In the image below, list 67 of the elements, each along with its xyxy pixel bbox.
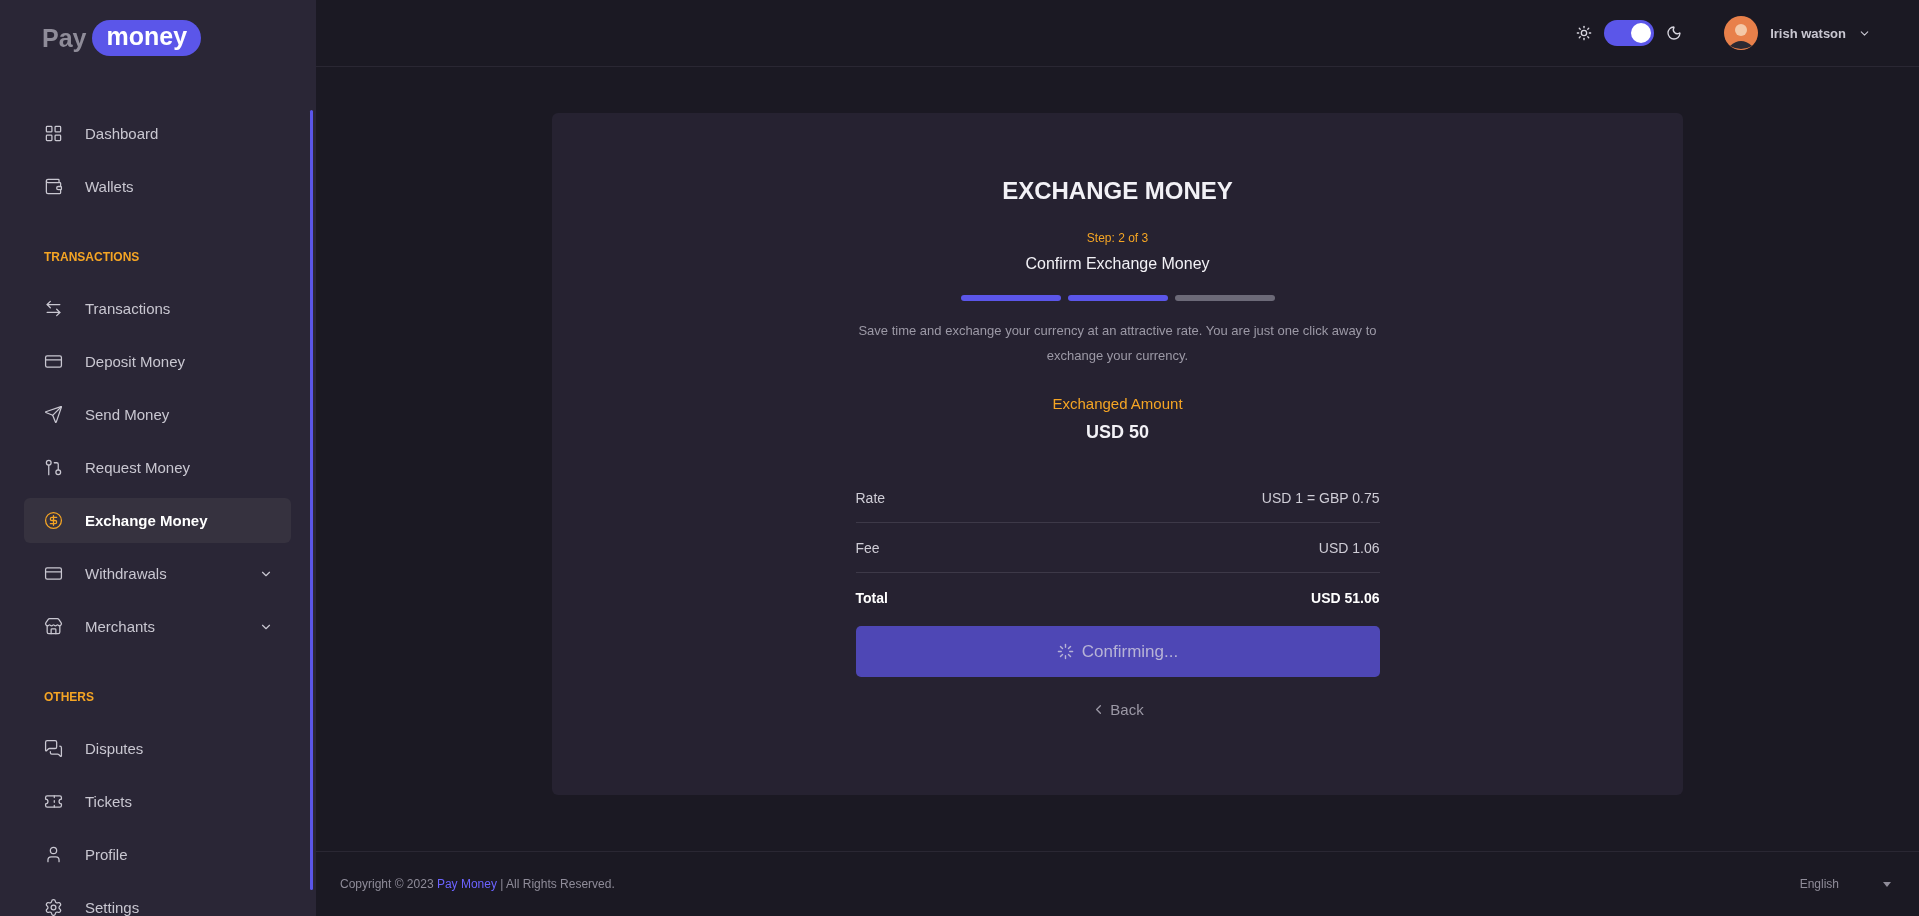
amount-value: USD 50 [1086, 422, 1149, 443]
sidebar-label: Settings [85, 899, 141, 916]
ticket-icon [44, 792, 63, 811]
card-icon [44, 564, 63, 583]
card-icon [44, 352, 63, 371]
section-heading: TRANSACTIONS [44, 249, 141, 266]
sidebar-item[interactable]: Merchants [24, 604, 291, 649]
sidebar-label: Exchange Money [85, 512, 209, 529]
page-title: EXCHANGE MONEY [1002, 177, 1233, 205]
sidebar-label: Deposit Money [85, 353, 187, 370]
sidebar-item[interactable]: Disputes [24, 726, 291, 771]
sidebar-item[interactable]: Wallets [24, 164, 291, 209]
avatar[interactable] [1724, 16, 1759, 50]
spinner-icon [1056, 643, 1074, 660]
sidebar-label: Withdrawals [85, 565, 168, 582]
sidebar-item[interactable]: Send Money [24, 392, 291, 437]
row-label: Rate [855, 489, 886, 506]
sidebar-item[interactable]: Exchange Money [24, 498, 291, 543]
language-select[interactable]: English [1799, 877, 1891, 891]
store-icon [44, 617, 63, 636]
sidebar-item[interactable]: Transactions [24, 286, 291, 331]
sidebar-item[interactable]: Tickets [24, 779, 291, 824]
send-icon [44, 405, 63, 424]
sidebar-label: Tickets [85, 793, 133, 810]
sidebar-item[interactable]: Profile [24, 832, 291, 877]
caret-icon [1883, 881, 1891, 887]
back-link[interactable]: Back [1091, 701, 1144, 718]
sidebar-item[interactable]: Request Money [24, 445, 291, 490]
sidebar-label: Send Money [85, 406, 171, 423]
sidebar-item[interactable]: Withdrawals [24, 551, 291, 596]
settings-icon [44, 898, 63, 916]
step-title: Confirm Exchange Money [1025, 255, 1210, 273]
logo-badge: money [92, 20, 202, 56]
scrollbar[interactable] [310, 110, 313, 890]
amount-label: Exchanged Amount [1052, 395, 1183, 412]
copyright-text: Copyright © 2023 Pay Money | All Rights Reserved. [340, 877, 615, 891]
step-label: Step: 2 of 3 [1086, 231, 1149, 245]
footer-link[interactable]: Pay Money [436, 877, 497, 891]
dollar-icon [44, 511, 63, 530]
user-name[interactable]: Irish watson [1770, 25, 1846, 41]
sidebar-label: Merchants [85, 618, 157, 635]
row-label: Total [855, 589, 888, 606]
row-value: USD 1.06 [1318, 539, 1380, 556]
theme-toggle[interactable] [1604, 20, 1655, 46]
logo-text: Pay [42, 23, 87, 53]
pull-request-icon [44, 458, 63, 477]
row-value: USD 1 = GBP 0.75 [1261, 489, 1380, 506]
sidebar-label: Dashboard [85, 125, 160, 142]
sidebar-label: Wallets [85, 178, 135, 195]
row-label: Fee [855, 539, 880, 556]
description: Save time and exchange your currency at an attractive rate. You are just one click away to exchange your currency. [857, 322, 1378, 365]
chat-icon [44, 739, 63, 758]
section-heading: OTHERS [44, 689, 95, 706]
sidebar-item[interactable]: Deposit Money [24, 339, 291, 384]
wallet-icon [44, 177, 63, 196]
confirm-button[interactable]: Confirming... [855, 626, 1380, 677]
grid-icon [44, 124, 63, 143]
sidebar-item[interactable]: Dashboard [24, 111, 291, 156]
sidebar-label: Disputes [85, 740, 145, 757]
sidebar-label: Transactions [85, 300, 172, 317]
user-icon [44, 845, 63, 864]
sidebar-label: Request Money [85, 459, 192, 476]
row-value: USD 51.06 [1311, 589, 1380, 606]
moon-icon [1666, 25, 1683, 41]
sidebar-label: Profile [85, 846, 129, 863]
sidebar-item[interactable]: Settings [24, 885, 291, 916]
sun-icon [1576, 25, 1593, 41]
